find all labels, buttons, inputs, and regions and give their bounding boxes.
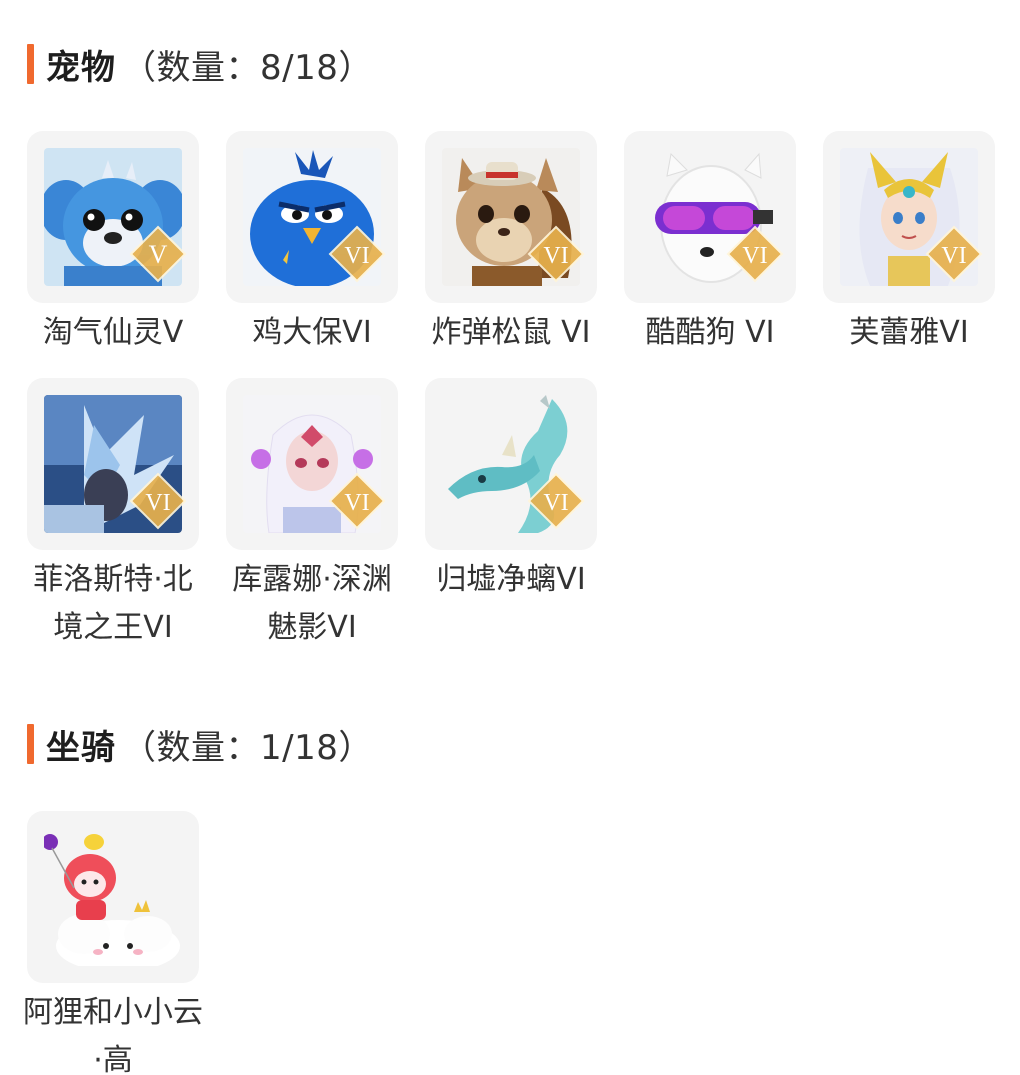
tier-vi-badge-icon: VI <box>726 225 784 283</box>
tier-v-badge-icon: V <box>129 225 187 283</box>
pet-name: 炸弹松鼠 VI <box>431 315 591 350</box>
pet-name: 鸡大保VI <box>252 315 372 350</box>
pet-tile[interactable]: VI <box>624 131 796 303</box>
tier-vi-badge-icon: VI <box>129 472 187 530</box>
pet-name: 芙蕾雅VI <box>849 315 969 350</box>
pet-card[interactable]: VI 芙蕾雅VI <box>823 131 995 357</box>
pet-tile[interactable]: VI <box>425 378 597 550</box>
section-accent-bar <box>27 44 34 84</box>
mount-tile[interactable] <box>27 811 199 983</box>
pet-name: 菲洛斯特·北境之王VI <box>33 562 193 645</box>
pet-tile[interactable]: VI <box>226 131 398 303</box>
pet-tile[interactable]: VI <box>27 378 199 550</box>
mount-name: 阿狸和小小云·高 <box>23 995 203 1075</box>
svg-text:VI: VI <box>941 243 966 269</box>
tier-vi-badge-icon: VI <box>328 225 386 283</box>
pet-card[interactable]: VI 炸弹松鼠 VI <box>425 131 597 357</box>
pet-card[interactable]: VI 酷酷狗 VI <box>624 131 796 357</box>
pets-section-title: 宠物 <box>46 47 116 88</box>
tier-vi-badge-icon: VI <box>527 225 585 283</box>
fox-on-cloud-icon <box>44 828 182 966</box>
svg-text:VI: VI <box>344 243 369 269</box>
svg-text:V: V <box>149 240 168 269</box>
pet-name: 库露娜·深渊魅影VI <box>232 562 392 645</box>
pet-tile[interactable]: V <box>27 131 199 303</box>
pet-name: 淘气仙灵V <box>42 315 184 350</box>
pet-card[interactable]: VI 菲洛斯特·北境之王VI <box>27 378 199 652</box>
mounts-section-title: 坐骑 <box>46 727 116 768</box>
mount-card[interactable]: 阿狸和小小云·高 <box>23 811 203 1075</box>
pet-card[interactable]: VI 归墟净螭VI <box>425 378 597 604</box>
pet-name: 归墟净螭VI <box>436 562 586 597</box>
tier-vi-badge-icon: VI <box>328 472 386 530</box>
pet-name: 酷酷狗 VI <box>645 315 775 350</box>
pet-card[interactable]: VI 鸡大保VI <box>226 131 398 357</box>
svg-text:VI: VI <box>543 490 568 516</box>
svg-text:VI: VI <box>543 243 568 269</box>
tier-vi-badge-icon: VI <box>925 225 983 283</box>
svg-text:VI: VI <box>344 490 369 516</box>
pet-tile[interactable]: VI <box>425 131 597 303</box>
svg-text:VI: VI <box>145 490 170 516</box>
pets-section-count: （数量：8/18） <box>122 47 373 88</box>
section-accent-bar <box>27 724 34 764</box>
pet-tile[interactable]: VI <box>226 378 398 550</box>
pet-card[interactable]: VI 库露娜·深渊魅影VI <box>226 378 398 652</box>
pet-tile[interactable]: VI <box>823 131 995 303</box>
pet-card[interactable]: V 淘气仙灵V <box>27 131 199 357</box>
pets-section-header: 宠物 （数量：8/18） <box>27 42 373 88</box>
tier-vi-badge-icon: VI <box>527 472 585 530</box>
svg-text:VI: VI <box>742 243 767 269</box>
mounts-section-count: （数量：1/18） <box>122 727 373 768</box>
mounts-section-header: 坐骑 （数量：1/18） <box>27 722 373 768</box>
